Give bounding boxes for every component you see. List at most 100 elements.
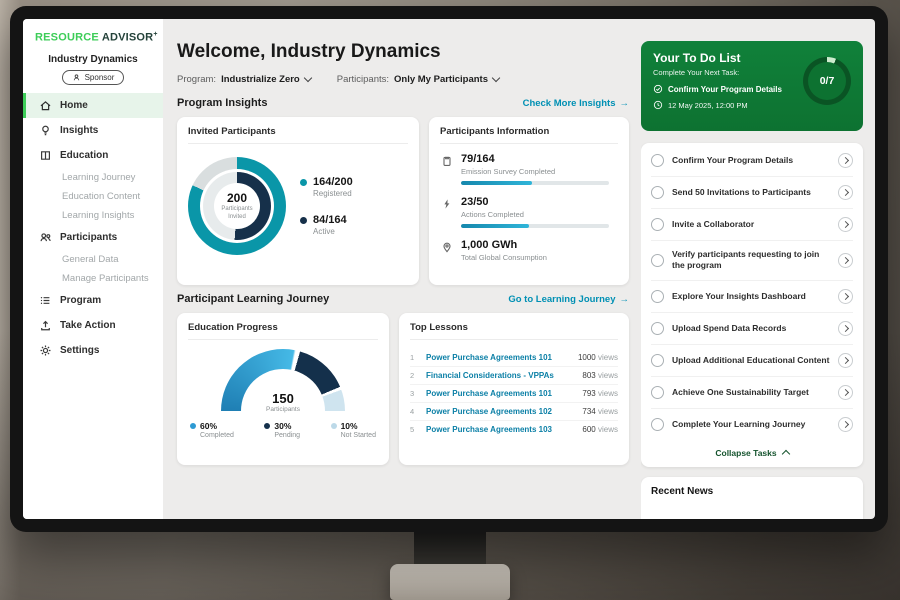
task-chevron-button[interactable] <box>838 153 853 168</box>
lesson-row: 2 Financial Considerations - VPPAs 803 v… <box>410 367 618 385</box>
sidebar-item-program[interactable]: Program <box>23 288 163 313</box>
lesson-rank: 3 <box>410 389 419 398</box>
sidebar-item-take-action[interactable]: Take Action <box>23 313 163 338</box>
task-row[interactable]: Complete Your Learning Journey <box>651 409 853 440</box>
lesson-views-unit: views <box>598 389 618 398</box>
task-row[interactable]: Invite a Collaborator <box>651 209 853 241</box>
stat-global-consumption: 1,000 GWh Total Global Consumption <box>440 239 618 267</box>
donut-center-value: 200 <box>227 191 247 205</box>
task-checkbox[interactable] <box>651 290 664 303</box>
legend-item: 60% Completed <box>190 421 234 439</box>
task-row[interactable]: Achieve One Sustainability Target <box>651 377 853 409</box>
sidebar-item-label: Insights <box>60 125 98 136</box>
lesson-views-value: 600 <box>582 425 595 434</box>
task-chevron-button[interactable] <box>838 321 853 336</box>
lesson-views-value: 734 <box>582 407 595 416</box>
todo-progress-ring: 0/7 <box>803 57 851 105</box>
arrow-right-icon: → <box>620 294 630 305</box>
sidebar-item-general-data[interactable]: General Data <box>23 250 163 269</box>
sidebar-item-settings[interactable]: Settings <box>23 338 163 363</box>
task-chevron-button[interactable] <box>838 185 853 200</box>
sidebar-item-label: General Data <box>62 254 119 265</box>
lightning-icon <box>440 196 453 228</box>
task-chevron-button[interactable] <box>838 289 853 304</box>
stat-value: 23/50 <box>461 196 609 208</box>
task-row[interactable]: Upload Additional Educational Content <box>651 345 853 377</box>
task-checkbox[interactable] <box>651 386 664 399</box>
recent-news-card: Recent News <box>641 477 863 519</box>
participants-select[interactable]: Participants: Only My Participants <box>337 74 499 85</box>
sidebar-item-education-content[interactable]: Education Content <box>23 187 163 206</box>
legend-label: Active <box>313 227 347 236</box>
lesson-row: 3 Power Purchase Agreements 101 793 view… <box>410 385 618 403</box>
task-row[interactable]: Upload Spend Data Records <box>651 313 853 345</box>
legend-item: 84/164 Active <box>300 214 353 236</box>
lesson-views-unit: views <box>598 353 618 362</box>
card-title: Top Lessons <box>410 322 618 340</box>
sidebar-item-learning-journey[interactable]: Learning Journey <box>23 168 163 187</box>
task-checkbox[interactable] <box>651 322 664 335</box>
task-row[interactable]: Verify participants requesting to join t… <box>651 241 853 281</box>
legend-value: 30% <box>274 421 300 431</box>
program-select-value: Industrialize Zero <box>221 74 300 85</box>
lesson-link[interactable]: Power Purchase Agreements 101 <box>426 389 575 398</box>
sidebar-item-education[interactable]: Education <box>23 143 163 168</box>
card-title: Education Progress <box>188 322 378 340</box>
location-pin-icon <box>440 239 453 267</box>
monitor-bezel: RESOURCE ADVISOR+ Industry Dynamics Spon… <box>10 6 888 532</box>
task-chevron-button[interactable] <box>838 217 853 232</box>
task-checkbox[interactable] <box>651 154 664 167</box>
gear-icon <box>39 344 52 357</box>
filters-row: Program: Industrialize Zero Participants… <box>177 74 629 85</box>
task-checkbox[interactable] <box>651 354 664 367</box>
task-chevron-button[interactable] <box>838 353 853 368</box>
lesson-link[interactable]: Power Purchase Agreements 102 <box>426 407 575 416</box>
lesson-link[interactable]: Power Purchase Agreements 103 <box>426 425 575 434</box>
link-label: Go to Learning Journey <box>508 294 615 305</box>
card-title: Invited Participants <box>188 126 408 144</box>
sidebar-item-label: Education Content <box>62 191 140 202</box>
book-icon <box>39 149 52 162</box>
sidebar-item-label: Take Action <box>60 320 116 331</box>
task-checkbox[interactable] <box>651 254 664 267</box>
task-label: Upload Spend Data Records <box>672 323 830 334</box>
task-chevron-button[interactable] <box>838 417 853 432</box>
stat-emission-survey: 79/164 Emission Survey Completed <box>440 153 618 185</box>
program-select[interactable]: Program: Industrialize Zero <box>177 74 311 85</box>
task-chevron-button[interactable] <box>838 385 853 400</box>
chevron-down-icon <box>303 74 311 82</box>
task-label: Explore Your Insights Dashboard <box>672 291 830 302</box>
sidebar-item-insights[interactable]: Insights <box>23 118 163 143</box>
sidebar-item-label: Manage Participants <box>62 273 149 284</box>
legend-label: Registered <box>313 189 353 198</box>
chevron-down-icon <box>492 74 500 82</box>
sponsor-badge: Sponsor <box>62 70 125 85</box>
legend-item: 10% Not Started <box>331 421 376 439</box>
legend-value: 164/200 <box>313 176 353 188</box>
task-row[interactable]: Confirm Your Program Details <box>651 145 853 177</box>
check-more-insights-link[interactable]: Check More Insights → <box>523 98 629 109</box>
lesson-rank: 4 <box>410 407 419 416</box>
list-icon <box>39 294 52 307</box>
task-row[interactable]: Send 50 Invitations to Participants <box>651 177 853 209</box>
lesson-views-unit: views <box>598 425 618 434</box>
participants-information-card: Participants Information 79/164 Emission… <box>429 117 629 285</box>
sponsor-badge-label: Sponsor <box>85 73 115 82</box>
home-icon <box>39 99 52 112</box>
lesson-link[interactable]: Power Purchase Agreements 101 <box>426 353 571 362</box>
task-checkbox[interactable] <box>651 218 664 231</box>
task-chevron-button[interactable] <box>838 253 853 268</box>
lesson-link[interactable]: Financial Considerations - VPPAs <box>426 371 575 380</box>
go-to-learning-journey-link[interactable]: Go to Learning Journey → <box>508 294 629 305</box>
collapse-tasks-button[interactable]: Collapse Tasks <box>651 440 853 465</box>
task-row[interactable]: Explore Your Insights Dashboard <box>651 281 853 313</box>
gauge-center-label: Participants <box>221 406 345 413</box>
task-checkbox[interactable] <box>651 418 664 431</box>
learning-journey-header: Participant Learning Journey Go to Learn… <box>177 293 629 305</box>
task-checkbox[interactable] <box>651 186 664 199</box>
sidebar-item-participants[interactable]: Participants <box>23 225 163 250</box>
sidebar-item-learning-insights[interactable]: Learning Insights <box>23 206 163 225</box>
sidebar-item-manage-participants[interactable]: Manage Participants <box>23 269 163 288</box>
top-lessons-card: Top Lessons 1 Power Purchase Agreements … <box>399 313 629 465</box>
sidebar-item-home[interactable]: Home <box>23 93 163 118</box>
